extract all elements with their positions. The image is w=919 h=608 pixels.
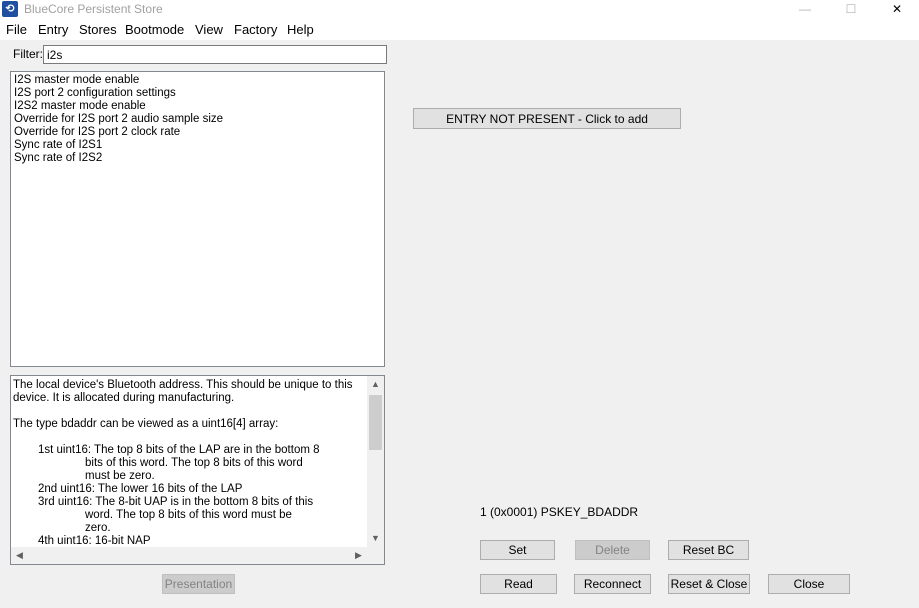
close-button[interactable]: Close: [768, 574, 850, 594]
description-line: 3rd uint16: The 8-bit UAP is in the bott…: [38, 496, 314, 508]
scroll-corner: [367, 547, 384, 564]
description-line: bits of this word. The top 8 bits of thi…: [85, 457, 303, 469]
scroll-thumb[interactable]: [369, 395, 382, 450]
list-item[interactable]: Override for I2S port 2 clock rate: [14, 126, 180, 139]
maximize-icon[interactable]: ☐: [829, 0, 873, 20]
menu-view[interactable]: View: [195, 22, 223, 37]
description-line: must be zero.: [85, 470, 155, 482]
list-item[interactable]: I2S port 2 configuration settings: [14, 87, 176, 100]
menu-entry[interactable]: Entry: [38, 22, 68, 37]
description-line: 2nd uint16: The lower 16 bits of the LAP: [38, 483, 243, 495]
menu-bar: File Entry Stores Bootmode View Factory …: [0, 20, 919, 40]
reset-bc-button[interactable]: Reset BC: [668, 540, 749, 560]
pskey-label: 1 (0x0001) PSKEY_BDADDR: [480, 505, 639, 519]
minimize-icon[interactable]: —: [783, 0, 827, 20]
filter-label: Filter:: [13, 47, 43, 61]
scroll-down-icon[interactable]: ▼: [367, 530, 384, 547]
menu-bootmode[interactable]: Bootmode: [125, 22, 184, 37]
scroll-up-icon[interactable]: ▲: [367, 376, 384, 393]
add-entry-button[interactable]: ENTRY NOT PRESENT - Click to add: [413, 108, 681, 129]
presentation-button[interactable]: Presentation: [162, 574, 235, 594]
menu-help[interactable]: Help: [287, 22, 314, 37]
horizontal-scrollbar[interactable]: ◀ ▶: [11, 547, 367, 564]
description-line: 1st uint16: The top 8 bits of the LAP ar…: [38, 444, 320, 456]
menu-stores[interactable]: Stores: [79, 22, 117, 37]
read-button[interactable]: Read: [480, 574, 557, 594]
list-item[interactable]: Override for I2S port 2 audio sample siz…: [14, 113, 223, 126]
filter-input[interactable]: [43, 45, 387, 64]
set-button[interactable]: Set: [480, 540, 555, 560]
menu-factory[interactable]: Factory: [234, 22, 277, 37]
list-item[interactable]: Sync rate of I2S2: [14, 152, 102, 165]
scroll-right-icon[interactable]: ▶: [350, 547, 367, 564]
list-item[interactable]: Sync rate of I2S1: [14, 139, 102, 152]
vertical-scrollbar[interactable]: ▲ ▼: [367, 376, 384, 547]
description-line: The type bdaddr can be viewed as a uint1…: [13, 418, 279, 430]
title-bar: ⟲ BlueCore Persistent Store — ☐ ✕: [0, 0, 919, 20]
description-box[interactable]: The local device's Bluetooth address. Th…: [10, 375, 385, 565]
delete-button[interactable]: Delete: [575, 540, 650, 560]
description-line: zero.: [85, 522, 111, 534]
description-line: word. The top 8 bits of this word must b…: [85, 509, 292, 521]
reconnect-button[interactable]: Reconnect: [574, 574, 651, 594]
description-line: The local device's Bluetooth address. Th…: [13, 379, 353, 391]
keys-list[interactable]: I2S master mode enable I2S port 2 config…: [10, 71, 385, 367]
close-icon[interactable]: ✕: [875, 0, 919, 20]
description-line: device. It is allocated during manufactu…: [13, 392, 235, 404]
reset-close-button[interactable]: Reset & Close: [668, 574, 750, 594]
scroll-left-icon[interactable]: ◀: [11, 547, 28, 564]
app-icon: ⟲: [2, 1, 18, 17]
window-title: BlueCore Persistent Store: [24, 2, 163, 16]
list-item[interactable]: I2S2 master mode enable: [14, 100, 146, 113]
list-item[interactable]: I2S master mode enable: [14, 74, 139, 87]
menu-file[interactable]: File: [6, 22, 27, 37]
